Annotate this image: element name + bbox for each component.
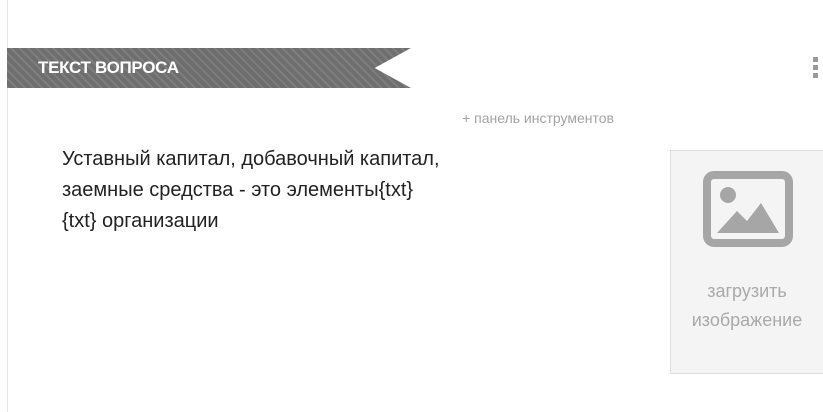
kebab-dot — [812, 56, 818, 62]
kebab-menu-icon[interactable] — [809, 50, 821, 84]
question-header-title: ТЕКСТ ВОПРОСА — [38, 58, 179, 77]
toolbar-toggle-link[interactable]: + панель инструментов — [300, 110, 614, 126]
question-editor: ТЕКСТ ВОПРОСА + панель инструментов Уста… — [0, 0, 823, 412]
kebab-dot — [812, 64, 818, 70]
image-upload-button[interactable]: загрузить изображение — [670, 150, 823, 374]
image-upload-label: загрузить изображение — [691, 281, 803, 330]
question-text[interactable]: Уставный капитал, добавочный капитал, за… — [62, 144, 642, 237]
kebab-dot — [812, 72, 818, 78]
image-icon — [703, 171, 793, 247]
